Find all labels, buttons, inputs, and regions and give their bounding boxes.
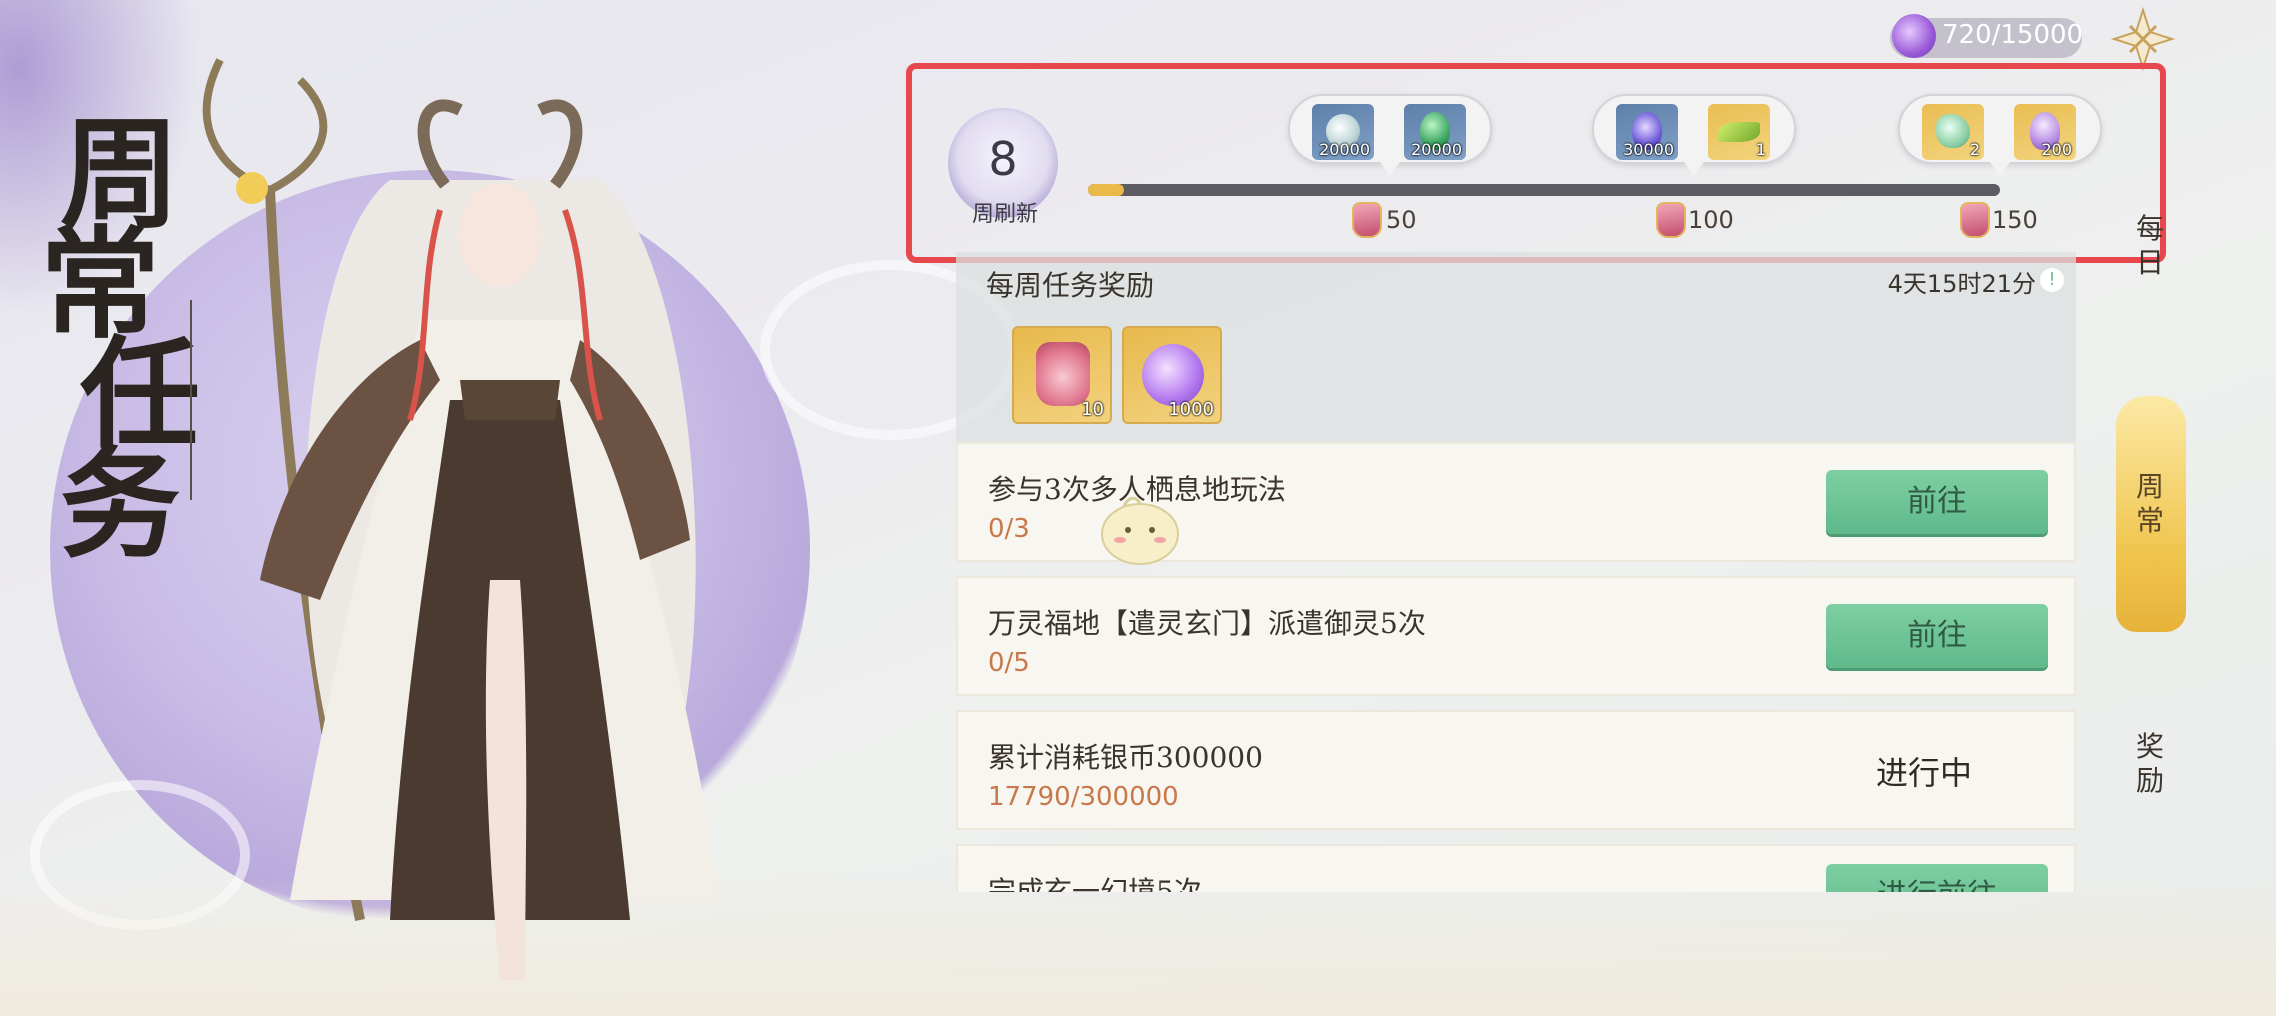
pink-pouch-icon — [1036, 342, 1090, 406]
pink-pouch-icon — [1352, 202, 1382, 238]
task-row: 万灵福地【遣灵玄门】派遣御灵5次 0/5 前往 — [956, 576, 2076, 696]
tab-daily[interactable]: 每日 — [2120, 212, 2180, 280]
reward-item[interactable]: 1 — [1708, 104, 1770, 160]
reward-count: 1000 — [1168, 399, 1214, 420]
task-row: 完成玄一幻境5次 进行前往 — [956, 844, 2076, 892]
weekly-progress-fill — [1088, 184, 1125, 196]
reward-item[interactable]: 10 — [1012, 326, 1112, 424]
green-leaf-icon — [1718, 122, 1760, 142]
task-row: 累计消耗银币300000 17790/300000 进行中 — [956, 710, 2076, 830]
go-button[interactable]: 进行前往 — [1826, 864, 2048, 892]
milestone-reward-bubble[interactable]: 20000 20000 — [1288, 94, 1492, 176]
tab-rewards[interactable]: 奖励 — [2120, 730, 2180, 798]
task-status: 进行中 — [1875, 754, 1972, 792]
go-button[interactable]: 前往 — [1826, 470, 2048, 534]
milestone-reward-bubble[interactable]: 30000 1 — [1592, 94, 1796, 176]
reward-count: 20000 — [1411, 140, 1462, 159]
task-name: 万灵福地【遣灵玄门】派遣御灵5次 — [988, 607, 1426, 640]
purple-orb-icon — [1892, 14, 1936, 58]
reward-count: 10 — [1081, 399, 1104, 420]
pink-pouch-icon — [1656, 202, 1686, 238]
milestone-reward-bubble[interactable]: 2 200 — [1898, 94, 2102, 176]
reward-count: 200 — [2041, 140, 2072, 159]
weekly-reward-title: 每周任务奖励 — [986, 269, 1155, 302]
task-name: 累计消耗银币300000 — [988, 741, 1263, 774]
info-icon[interactable]: ! — [2040, 268, 2064, 292]
task-name: 完成玄一幻境5次 — [988, 875, 1202, 892]
reward-item[interactable]: 200 — [2014, 104, 2076, 160]
weekly-progress-bar — [1088, 184, 2000, 196]
milestone-value: 50 — [1386, 206, 1417, 234]
reward-count: 1 — [1755, 140, 1766, 159]
reward-item[interactable]: 1000 — [1122, 326, 1222, 424]
task-progress: 0/5 — [988, 648, 1030, 678]
tab-weekly-label: 周常 — [2135, 470, 2164, 537]
reward-count: 20000 — [1319, 140, 1370, 159]
teal-jade-icon — [1936, 114, 1970, 148]
week-refresh-label: 周刷新 — [971, 202, 1038, 227]
reward-item[interactable]: 20000 — [1404, 104, 1466, 160]
currency-amount: 720/15000 — [1942, 20, 2084, 50]
pink-pouch-icon — [1960, 202, 1990, 238]
weekly-reward-header: 每周任务奖励 4天15时21分 ! 10 1000 — [956, 252, 2076, 442]
milestone-value: 100 — [1688, 206, 1734, 234]
purple-orb-icon — [1142, 344, 1204, 406]
task-progress: 17790/300000 — [988, 782, 1179, 812]
task-progress: 0/3 — [988, 514, 1030, 544]
reward-item[interactable]: 30000 — [1616, 104, 1678, 160]
reward-count: 2 — [1969, 140, 1980, 159]
milestone-value: 150 — [1992, 206, 2038, 234]
reward-item[interactable]: 2 — [1922, 104, 1984, 160]
character-illustration — [202, 58, 720, 980]
time-remaining: 4天15时21分 — [1887, 270, 2036, 298]
go-button[interactable]: 前往 — [1826, 604, 2048, 668]
reward-item[interactable]: 20000 — [1312, 104, 1374, 160]
reward-count: 30000 — [1623, 140, 1674, 159]
week-count: 8 — [988, 132, 1018, 186]
task-panel: 每周任务奖励 4天15时21分 ! 10 1000 参与3次多人栖息地玩法 0/… — [956, 252, 2076, 892]
mascot-chick[interactable] — [1090, 488, 1190, 568]
